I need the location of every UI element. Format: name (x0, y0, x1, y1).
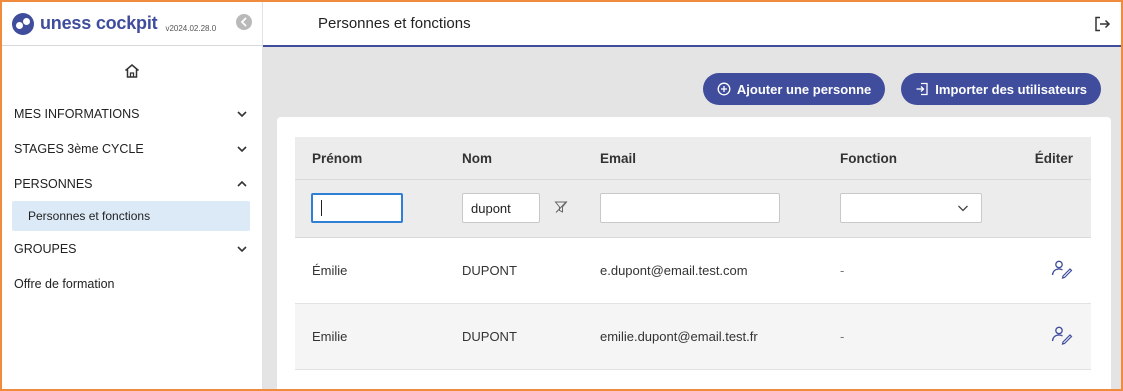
chevron-down-icon (958, 205, 968, 212)
cell-email: e.dupont@email.test.com (600, 263, 748, 278)
persons-card: Prénom Nom Email Fonction Éditer dupont (277, 117, 1111, 389)
collapse-sidebar-button[interactable] (236, 14, 252, 30)
sidebar-item-stages[interactable]: STAGES 3ème CYCLE (2, 131, 262, 166)
chevron-down-icon (237, 110, 247, 117)
sidebar-subitem-personnes-et-fonctions[interactable]: Personnes et fonctions (12, 201, 250, 231)
sidebar-item-label: STAGES 3ème CYCLE (14, 141, 144, 156)
persons-table: Prénom Nom Email Fonction Éditer dupont (295, 137, 1091, 370)
import-users-label: Importer des utilisateurs (935, 81, 1087, 97)
sidebar-item-groupes[interactable]: GROUPES (2, 231, 262, 266)
home-icon (125, 64, 139, 78)
column-header-email[interactable]: Email (600, 151, 636, 166)
sidebar: uness cockpit v2024.02.28.0 MES INFORMAT… (2, 2, 263, 389)
edit-person-button[interactable] (1051, 259, 1073, 282)
cell-fonction: - (840, 263, 845, 278)
table-row: Émilie DUPONT e.dupont@email.test.com - (295, 238, 1091, 304)
email-filter-input[interactable] (600, 193, 780, 223)
filter-row: dupont (295, 180, 1091, 238)
main-content: Ajouter une personne Importer des utilis… (263, 47, 1121, 389)
column-header-nom[interactable]: Nom (462, 151, 492, 166)
sidebar-item-personnes[interactable]: PERSONNES (2, 166, 262, 201)
fonction-filter-select[interactable] (840, 193, 982, 223)
sidebar-subitem-label: Personnes et fonctions (28, 209, 151, 223)
app-frame: uness cockpit v2024.02.28.0 MES INFORMAT… (0, 0, 1123, 391)
column-header-fonction[interactable]: Fonction (840, 151, 897, 166)
text-caret (321, 200, 322, 216)
clear-filter-icon[interactable] (554, 200, 568, 214)
column-header-editer: Éditer (1034, 150, 1073, 166)
sidebar-item-label: GROUPES (14, 241, 77, 256)
action-bar: Ajouter une personne Importer des utilis… (702, 73, 1101, 105)
cell-nom: DUPONT (462, 263, 517, 278)
chevron-up-icon (237, 180, 247, 187)
sidebar-item-label: PERSONNES (14, 176, 93, 191)
sidebar-item-mes-informations[interactable]: MES INFORMATIONS (2, 96, 262, 131)
brand: uness cockpit v2024.02.28.0 (2, 2, 262, 46)
app-name: uness cockpit (40, 13, 158, 33)
prenom-filter-input[interactable] (311, 193, 403, 223)
edit-user-icon (1051, 326, 1073, 345)
page-title: Personnes et fonctions (318, 15, 471, 32)
cell-prenom: Emilie (312, 329, 348, 344)
uness-logo-icon (12, 12, 34, 35)
cell-nom: DUPONT (462, 329, 517, 344)
top-bar: Personnes et fonctions (263, 2, 1121, 47)
table-row: Emilie DUPONT emilie.dupont@email.test.f… (295, 304, 1091, 370)
cell-prenom: Émilie (312, 263, 348, 278)
logout-icon[interactable] (1093, 15, 1111, 33)
table-header: Prénom Nom Email Fonction Éditer (295, 137, 1091, 180)
sidebar-item-label: MES INFORMATIONS (14, 106, 140, 121)
add-person-label: Ajouter une personne (736, 81, 872, 97)
app-version: v2024.02.28.0 (165, 24, 217, 33)
edit-person-button[interactable] (1051, 325, 1073, 348)
home-button[interactable] (2, 46, 262, 96)
nom-filter-input[interactable]: dupont (462, 193, 540, 223)
cell-email: emilie.dupont@email.test.fr (600, 329, 758, 344)
column-header-prenom[interactable]: Prénom (312, 151, 362, 166)
edit-user-icon (1051, 260, 1073, 279)
chevron-down-icon (237, 245, 247, 252)
import-icon (916, 82, 928, 96)
plus-circle-icon (717, 82, 731, 96)
chevron-down-icon (237, 145, 247, 152)
cell-fonction: - (840, 329, 845, 344)
sidebar-item-label: Offre de formation (14, 276, 115, 291)
chevron-left-icon (240, 17, 247, 27)
import-users-button[interactable]: Importer des utilisateurs (901, 73, 1101, 105)
sidebar-item-offre-de-formation[interactable]: Offre de formation (2, 266, 262, 301)
add-person-button[interactable]: Ajouter une personne (702, 73, 886, 105)
nom-filter-value: dupont (471, 200, 511, 216)
